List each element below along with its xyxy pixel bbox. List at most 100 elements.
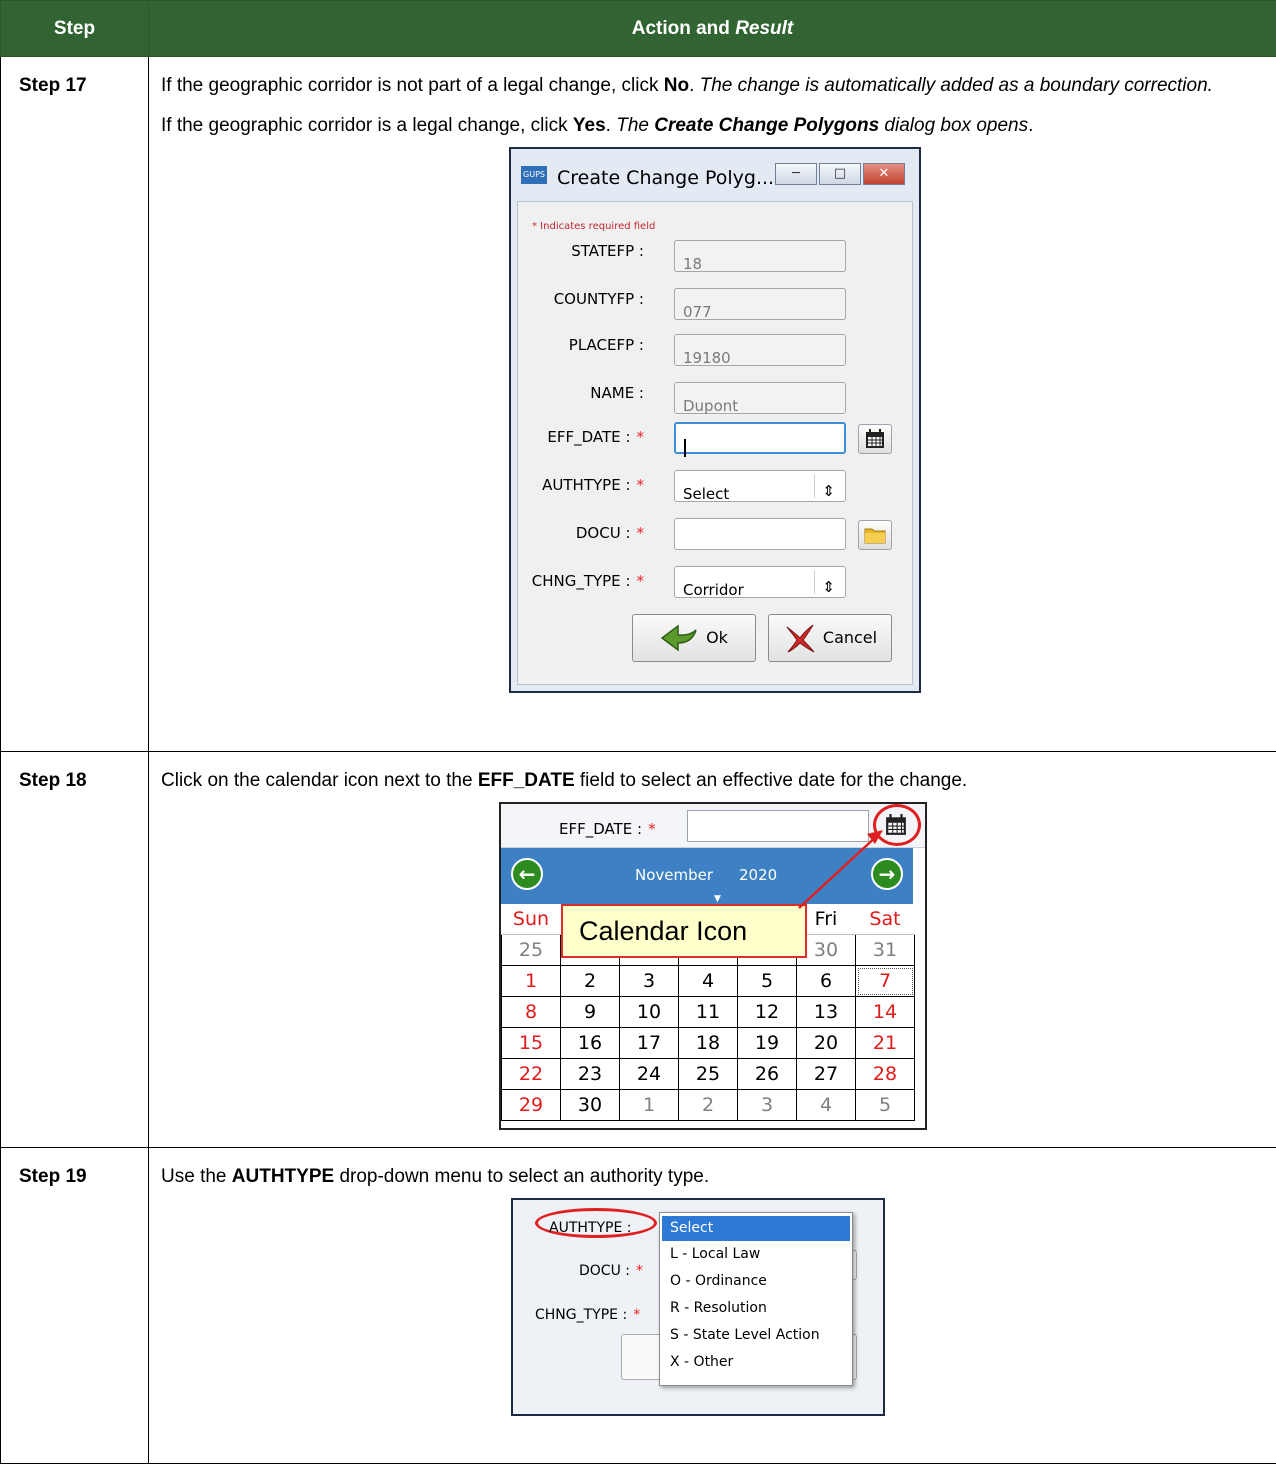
- dialog-title: Create Change Polyg...: [557, 163, 774, 193]
- calendar-day[interactable]: 31: [856, 935, 915, 966]
- highlight-ring: [873, 804, 921, 846]
- calendar-day[interactable]: 6: [797, 966, 856, 997]
- ok-button[interactable]: Ok: [632, 614, 756, 662]
- calendar-week-row: 15161718192021: [502, 1028, 915, 1059]
- calendar-day[interactable]: 5: [856, 1090, 915, 1121]
- effdate-input[interactable]: [687, 810, 869, 842]
- statefp-field: 18: [674, 240, 846, 272]
- calendar-day[interactable]: 27: [797, 1059, 856, 1090]
- calendar-day[interactable]: 4: [797, 1090, 856, 1121]
- calendar-day[interactable]: 26: [738, 1059, 797, 1090]
- gups-app-icon: GUPS: [521, 166, 547, 184]
- calendar-day[interactable]: 14: [856, 997, 915, 1028]
- calendar-week-row: 293012345: [502, 1090, 915, 1121]
- step-19-row: Step 19 Use the AUTHTYPE drop-down menu …: [1, 1148, 1276, 1464]
- calendar-day[interactable]: 5: [738, 966, 797, 997]
- calendar-button[interactable]: [858, 424, 892, 454]
- dialog-titlebar: GUPS Create Change Polyg... ─ □ ✕: [511, 149, 919, 201]
- select-arrows-icon: ⇕: [822, 476, 835, 506]
- effdate-input[interactable]: [674, 422, 846, 454]
- calendar-week-row: 891011121314: [502, 997, 915, 1028]
- calendar-day[interactable]: 17: [620, 1028, 679, 1059]
- calendar-day[interactable]: 15: [502, 1028, 561, 1059]
- authtype-option[interactable]: Select: [662, 1216, 850, 1241]
- calendar-day[interactable]: 29: [502, 1090, 561, 1121]
- header-action: Action and Result: [149, 1, 1276, 57]
- steps-table: Step Action and Result Step 17 If the ge…: [0, 0, 1276, 1464]
- calendar-day[interactable]: 3: [620, 966, 679, 997]
- step-19-action: Use the AUTHTYPE drop-down menu to selec…: [149, 1148, 1276, 1464]
- calendar-day[interactable]: 16: [561, 1028, 620, 1059]
- effdate-label: EFF_DATE :*: [559, 814, 656, 844]
- docu-label: DOCU :*: [518, 518, 644, 548]
- calendar-icon-callout: Calendar Icon: [561, 904, 807, 958]
- calendar-day[interactable]: 22: [502, 1059, 561, 1090]
- calendar-day[interactable]: 4: [679, 966, 738, 997]
- calendar-day[interactable]: 23: [561, 1059, 620, 1090]
- step-18-action: Click on the calendar icon next to the E…: [149, 752, 1276, 1148]
- minimize-button[interactable]: ─: [775, 163, 817, 185]
- calendar-day[interactable]: 8: [502, 997, 561, 1028]
- chngtype-label: CHNG_TYPE :*: [535, 1300, 640, 1330]
- calendar-day[interactable]: 10: [620, 997, 679, 1028]
- step-19-label: Step 19: [1, 1148, 149, 1464]
- calendar-icon: [865, 429, 885, 449]
- calendar-day[interactable]: 25: [502, 935, 561, 966]
- close-button[interactable]: ✕: [863, 163, 905, 185]
- placefp-field: 19180: [674, 334, 846, 366]
- calendar-day[interactable]: 20: [797, 1028, 856, 1059]
- docu-input[interactable]: [674, 518, 846, 550]
- calendar-day[interactable]: 28: [856, 1059, 915, 1090]
- calendar-week-row: 22232425262728: [502, 1059, 915, 1090]
- year-label[interactable]: 2020: [739, 860, 777, 890]
- calendar-day[interactable]: 11: [679, 997, 738, 1028]
- calendar-day[interactable]: 3: [738, 1090, 797, 1121]
- authtype-dropdown-figure: AUTHTYPE : DOCU :* CHNG_TYPE :* SelectL …: [511, 1198, 885, 1416]
- authtype-dropdown-menu: SelectL - Local LawO - OrdinanceR - Reso…: [659, 1212, 853, 1386]
- arrow-left-icon: ←: [519, 859, 536, 889]
- calendar-day[interactable]: 24: [620, 1059, 679, 1090]
- step-17-action: If the geographic corridor is not part o…: [149, 57, 1276, 752]
- authtype-option[interactable]: L - Local Law: [660, 1241, 852, 1268]
- create-change-polygons-dialog: GUPS Create Change Polyg... ─ □ ✕ * Indi…: [509, 147, 921, 693]
- month-label[interactable]: November: [635, 860, 713, 890]
- authtype-option[interactable]: R - Resolution: [660, 1295, 852, 1322]
- authtype-option[interactable]: O - Ordinance: [660, 1268, 852, 1295]
- calendar-day[interactable]: 12: [738, 997, 797, 1028]
- calendar-day[interactable]: 9: [561, 997, 620, 1028]
- step-18-label: Step 18: [1, 752, 149, 1148]
- authtype-label: AUTHTYPE :: [549, 1213, 631, 1243]
- calendar-day[interactable]: 7: [856, 966, 915, 997]
- step-17-row: Step 17 If the geographic corridor is no…: [1, 57, 1276, 752]
- step-18-text: Click on the calendar icon next to the E…: [161, 766, 1266, 796]
- calendar-day[interactable]: 13: [797, 997, 856, 1028]
- select-arrows-icon: ⇕: [822, 572, 835, 602]
- calendar-day[interactable]: 1: [502, 966, 561, 997]
- chngtype-label: CHNG_TYPE :*: [518, 566, 644, 596]
- authtype-option[interactable]: S - State Level Action: [660, 1322, 852, 1349]
- calendar-day[interactable]: 21: [856, 1028, 915, 1059]
- browse-button[interactable]: [858, 520, 892, 550]
- maximize-button[interactable]: □: [819, 163, 861, 185]
- step-18-row: Step 18 Click on the calendar icon next …: [1, 752, 1276, 1148]
- chngtype-select[interactable]: Corridor⇕: [674, 566, 846, 598]
- prev-month-button[interactable]: ←: [511, 858, 543, 890]
- calendar-day[interactable]: 30: [561, 1090, 620, 1121]
- docu-label: DOCU :*: [579, 1256, 643, 1286]
- calendar-day[interactable]: 1: [620, 1090, 679, 1121]
- effdate-label: EFF_DATE :*: [518, 422, 644, 452]
- calendar-day[interactable]: 2: [561, 966, 620, 997]
- calendar-nav-bar: ← November ▼ 2020 →: [501, 848, 913, 904]
- authtype-option[interactable]: X - Other: [660, 1349, 852, 1376]
- calendar-day[interactable]: 19: [738, 1028, 797, 1059]
- weekday-header: Sun: [502, 904, 561, 935]
- cancel-button[interactable]: Cancel: [768, 614, 892, 662]
- name-field: Dupont: [674, 382, 846, 414]
- arrow-right-icon: →: [879, 859, 896, 889]
- authtype-select[interactable]: Select⇕: [674, 470, 846, 502]
- calendar-figure: EFF_DATE :* ← November ▼ 2020 → SunMonTu…: [499, 802, 927, 1130]
- calendar-day[interactable]: 25: [679, 1059, 738, 1090]
- next-month-button[interactable]: →: [871, 858, 903, 890]
- calendar-day[interactable]: 2: [679, 1090, 738, 1121]
- calendar-day[interactable]: 18: [679, 1028, 738, 1059]
